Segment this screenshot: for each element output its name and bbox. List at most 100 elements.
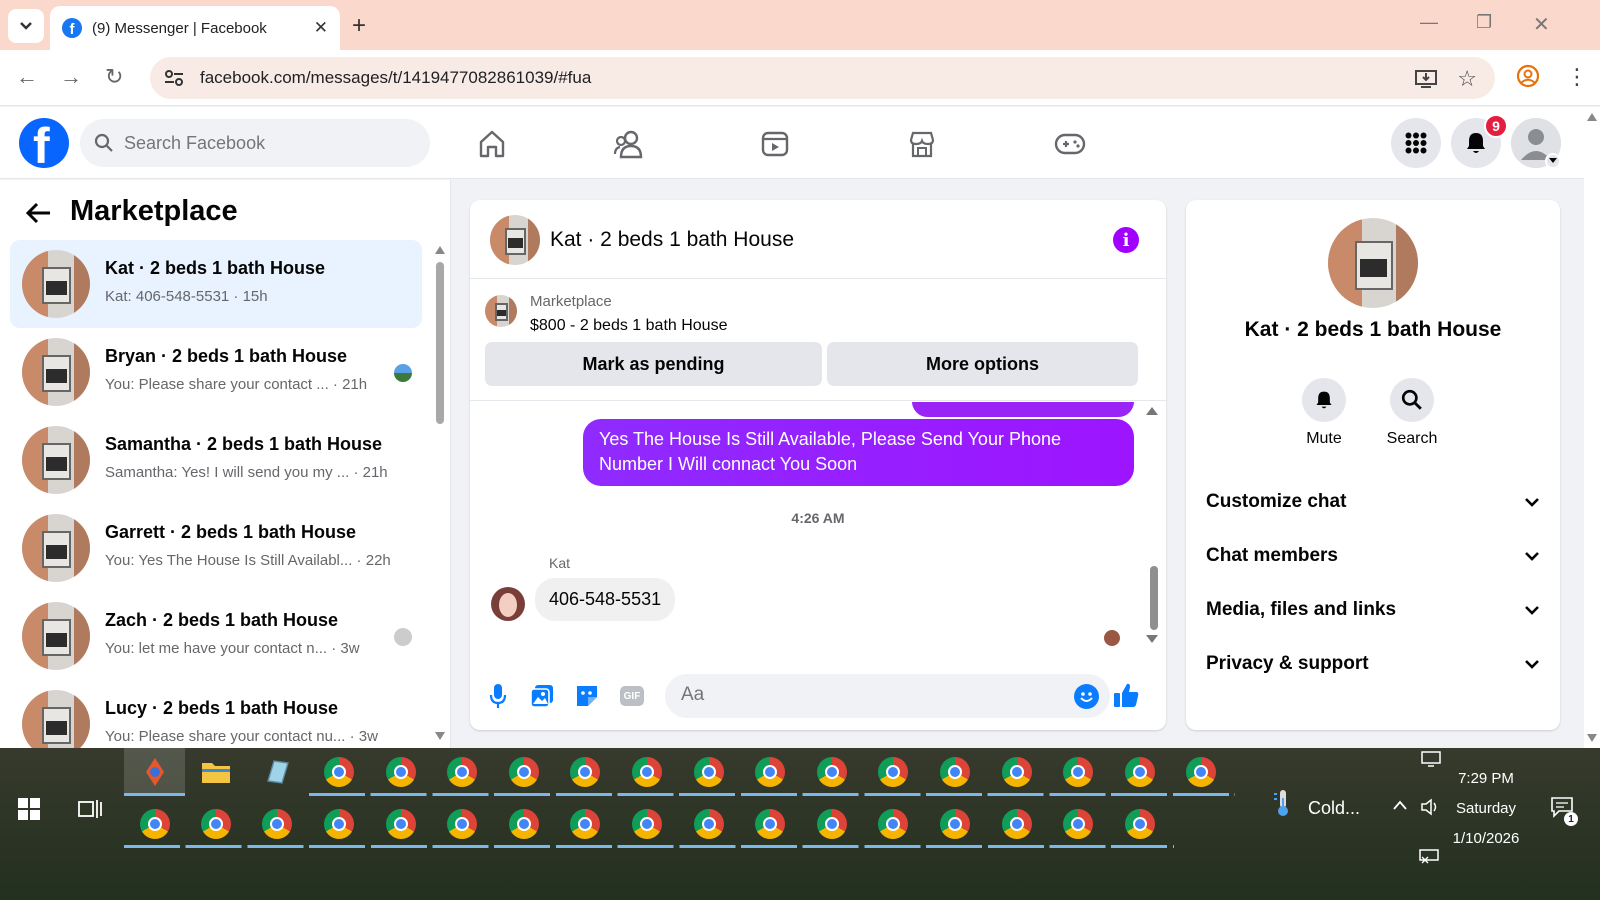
marketplace-icon[interactable] (905, 127, 939, 161)
chrome-profile-icon[interactable] (507, 755, 541, 789)
thermometer-icon[interactable] (1272, 788, 1294, 823)
listing-price[interactable]: $800 - 2 beds 1 bath House (530, 317, 727, 335)
conversation-item[interactable]: Kat · 2 beds 1 bath House Kat: 406-548-5… (10, 240, 422, 328)
minimize-button[interactable]: — (1420, 12, 1438, 33)
info-listing-thumbnail[interactable] (1328, 218, 1418, 308)
friends-icon[interactable] (612, 127, 646, 161)
chat-scroll-down-icon[interactable] (1146, 630, 1158, 648)
search-in-conversation-button[interactable]: Search (1372, 378, 1452, 448)
conversation-item[interactable]: Garrett · 2 beds 1 bath House You: Yes T… (10, 504, 422, 592)
chat-members-row[interactable]: Chat members (1206, 536, 1540, 576)
clock-day[interactable]: Saturday (1446, 800, 1526, 817)
chrome-profile-icon[interactable] (815, 807, 849, 841)
chrome-profile-icon[interactable] (445, 807, 479, 841)
facebook-search-box[interactable] (80, 119, 430, 167)
gif-icon[interactable]: GIF (618, 682, 646, 710)
chrome-profile-icon[interactable] (384, 755, 418, 789)
chrome-profile-icon[interactable] (1000, 807, 1034, 841)
chrome-profile-icon[interactable] (507, 807, 541, 841)
chrome-profile-icon[interactable] (938, 755, 972, 789)
bookmark-star-icon[interactable]: ☆ (1457, 66, 1477, 92)
facebook-search-input[interactable] (124, 132, 404, 154)
page-scrollbar[interactable] (1584, 107, 1600, 748)
chrome-profile-icon[interactable] (322, 807, 356, 841)
chrome-profile-icon[interactable] (876, 755, 910, 789)
chrome-profile-icon[interactable] (260, 807, 294, 841)
message-input[interactable] (681, 684, 1061, 706)
close-window-button[interactable]: ✕ (1533, 12, 1550, 37)
clock-time[interactable]: 7:29 PM (1446, 770, 1526, 787)
listing-thumbnail[interactable] (485, 295, 517, 327)
home-icon[interactable] (475, 127, 509, 161)
chrome-profile-icon[interactable] (630, 807, 664, 841)
site-info-icon[interactable] (164, 68, 184, 88)
media-files-links-row[interactable]: Media, files and links (1206, 590, 1540, 630)
mark-as-pending-button[interactable]: Mark as pending (485, 342, 822, 386)
chrome-profile-icon[interactable] (753, 807, 787, 841)
install-app-icon[interactable] (1415, 69, 1438, 89)
chat-scrollbar-thumb[interactable] (1150, 566, 1158, 630)
browser-menu-icon[interactable]: ⋮ (1566, 64, 1588, 90)
back-arrow-icon[interactable] (25, 202, 52, 229)
tab-search-button[interactable] (8, 9, 44, 43)
sticker-icon[interactable] (573, 682, 601, 710)
chrome-profile-icon[interactable] (938, 807, 972, 841)
menu-grid-button[interactable] (1391, 118, 1441, 168)
conversation-item[interactable]: Zach · 2 beds 1 bath House You: let me h… (10, 592, 422, 680)
chrome-profile-icon[interactable] (568, 807, 602, 841)
chrome-profile-icon[interactable] (630, 755, 664, 789)
task-view-icon[interactable] (78, 798, 102, 825)
chrome-profile-icon[interactable] (815, 755, 849, 789)
chrome-profile-icon[interactable] (199, 807, 233, 841)
clock-date[interactable]: 1/10/2026 (1446, 830, 1526, 847)
weather-text[interactable]: Cold... (1308, 798, 1360, 819)
network-icon[interactable] (1418, 848, 1440, 869)
chrome-profile-icon[interactable] (1000, 755, 1034, 789)
scrollbar-thumb[interactable] (436, 262, 444, 424)
show-hidden-icons-icon[interactable] (1392, 798, 1408, 816)
sender-avatar[interactable] (491, 587, 525, 621)
chrome-profile-icon[interactable] (692, 755, 726, 789)
chrome-profile-icon[interactable] (1061, 807, 1095, 841)
file-explorer-icon[interactable] (199, 755, 233, 789)
back-button[interactable]: ← (16, 64, 38, 90)
chrome-profile-icon[interactable] (1123, 755, 1157, 789)
display-icon[interactable] (1420, 750, 1442, 773)
watch-video-icon[interactable] (758, 127, 792, 161)
chrome-icon[interactable] (322, 755, 356, 789)
emoji-icon[interactable] (1074, 684, 1099, 709)
thumbs-up-icon[interactable] (1111, 680, 1141, 710)
chat-title[interactable]: Kat · 2 beds 1 bath House (550, 228, 794, 252)
chrome-profile-icon[interactable] (1061, 755, 1095, 789)
gaming-icon[interactable] (1053, 127, 1087, 161)
message-input-box[interactable] (665, 674, 1110, 718)
windows-start-icon[interactable] (18, 798, 40, 825)
conversation-item[interactable]: Bryan · 2 beds 1 bath House You: Please … (10, 328, 422, 416)
close-tab-icon[interactable]: ✕ (314, 18, 328, 38)
info-icon[interactable]: i (1113, 227, 1139, 253)
more-options-button[interactable]: More options (827, 342, 1138, 386)
chrome-profile-icon[interactable] (1184, 755, 1218, 789)
photo-icon[interactable] (528, 682, 556, 710)
customize-chat-row[interactable]: Customize chat (1206, 482, 1540, 522)
chrome-profile-icon[interactable] (692, 807, 726, 841)
privacy-support-row[interactable]: Privacy & support (1206, 644, 1540, 684)
chrome-profile-icon[interactable] (138, 807, 172, 841)
browser-profile-icon[interactable] (1516, 64, 1540, 93)
chat-scroll-up-icon[interactable] (1146, 402, 1158, 420)
mute-button[interactable]: Mute (1284, 378, 1364, 448)
chat-listing-thumbnail[interactable] (490, 215, 540, 265)
chrome-profile-icon[interactable] (568, 755, 602, 789)
account-chevron-icon[interactable] (1545, 153, 1561, 169)
notepad-icon[interactable] (260, 755, 294, 789)
facebook-logo-icon[interactable]: f (19, 118, 69, 168)
chrome-profile-icon[interactable] (753, 755, 787, 789)
pinned-app-icon[interactable] (138, 755, 172, 789)
reload-button[interactable]: ↻ (105, 64, 123, 90)
chrome-profile-icon[interactable] (1123, 807, 1157, 841)
active-tab[interactable]: f (9) Messenger | Facebook ✕ (50, 6, 340, 50)
chrome-profile-icon[interactable] (876, 807, 910, 841)
microphone-icon[interactable] (484, 682, 512, 710)
chrome-profile-icon[interactable] (384, 807, 418, 841)
volume-icon[interactable] (1420, 798, 1440, 821)
